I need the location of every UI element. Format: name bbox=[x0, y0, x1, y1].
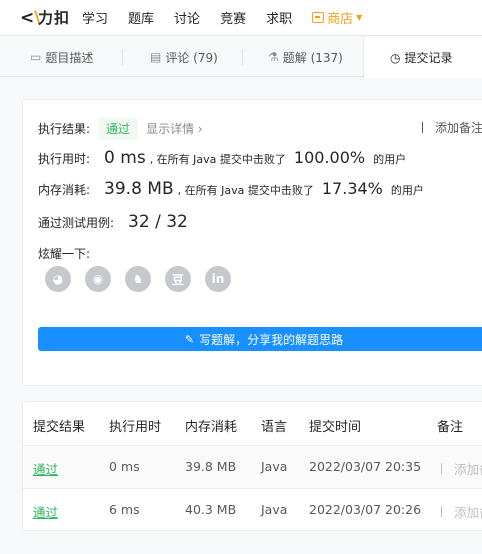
row-time: 2022/03/07 20:26 bbox=[309, 502, 422, 517]
flag-icon bbox=[421, 122, 430, 133]
col-header-time: 提交时间 bbox=[309, 420, 362, 435]
col-header-runtime: 执行用时 bbox=[109, 420, 162, 435]
comment-icon: ▤ bbox=[150, 50, 162, 64]
memory-label: 内存消耗: bbox=[38, 183, 91, 197]
shop-bag-icon bbox=[312, 12, 325, 23]
nav-learn[interactable]: 学习 bbox=[82, 8, 108, 27]
flag-icon bbox=[441, 463, 449, 474]
logo[interactable]: <\ 力扣 bbox=[20, 7, 70, 28]
tests-row: 通过测试用例: 32 / 32 bbox=[38, 212, 188, 232]
runtime-suffix: 的用户 bbox=[373, 153, 407, 166]
status-row: 执行结果: 通过 显示详情 › bbox=[38, 117, 203, 140]
runtime-text: , 在所有 Java 提交中击败了 bbox=[149, 153, 286, 166]
nav-shop[interactable]: 商店 ▼ bbox=[312, 8, 362, 27]
runtime-percent: 100.00% bbox=[293, 148, 366, 167]
runtime-row: 执行用时: 0 ms , 在所有 Java 提交中击败了 100.00% 的用户 bbox=[38, 148, 406, 168]
col-header-language: 语言 bbox=[261, 420, 288, 435]
row-time: 2022/03/07 20:35 bbox=[309, 459, 422, 474]
add-note-label: 添加备注 bbox=[434, 121, 482, 135]
wechat-icon[interactable]: ◕ bbox=[45, 266, 71, 292]
tests-label: 通过测试用例: bbox=[38, 216, 115, 230]
memory-row: 内存消耗: 39.8 MB , 在所有 Java 提交中击败了 17.34% 的… bbox=[38, 179, 424, 199]
show-detail-link[interactable]: 显示详情 › bbox=[146, 120, 203, 137]
row-status-link[interactable]: 通过 bbox=[33, 502, 58, 521]
tab-submissions[interactable]: ◷ 提交记录 bbox=[363, 37, 482, 78]
nav-problems[interactable]: 题库 bbox=[128, 8, 154, 27]
tab-description[interactable]: ▭ 题目描述 bbox=[30, 37, 93, 77]
share-buttons: ◕ ◉ ♞ 豆 in bbox=[45, 266, 245, 292]
memory-suffix: 的用户 bbox=[390, 184, 424, 197]
row-language: Java bbox=[261, 502, 288, 517]
row-memory: 40.3 MB bbox=[185, 502, 237, 517]
row-add-note-button[interactable]: 添加备注 bbox=[441, 502, 482, 521]
row-add-note-label: 添加备注 bbox=[454, 505, 482, 520]
col-header-memory: 内存消耗 bbox=[185, 420, 238, 435]
tab-solutions-label: 题解 (137) bbox=[282, 50, 343, 65]
status-label: 执行结果: bbox=[38, 122, 91, 136]
runtime-value: 0 ms bbox=[104, 148, 146, 168]
douban-icon[interactable]: 豆 bbox=[165, 266, 191, 292]
write-solution-label: 写题解，分享我的解题思路 bbox=[199, 332, 344, 347]
tab-divider bbox=[122, 49, 123, 65]
row-language: Java bbox=[261, 459, 288, 474]
linkedin-icon[interactable]: in bbox=[205, 266, 231, 292]
tab-comments[interactable]: ▤ 评论 (79) bbox=[150, 37, 218, 77]
row-add-note-label: 添加备注 bbox=[454, 462, 482, 477]
qq-icon[interactable]: ♞ bbox=[125, 266, 151, 292]
nav-discuss[interactable]: 讨论 bbox=[174, 8, 200, 27]
row-add-note-button[interactable]: 添加备注 bbox=[441, 459, 482, 478]
chevron-down-icon: ▼ bbox=[356, 13, 363, 22]
memory-value: 39.8 MB bbox=[104, 179, 174, 199]
memory-text: , 在所有 Java 提交中击败了 bbox=[177, 184, 314, 197]
flask-icon: ⚗ bbox=[268, 50, 279, 64]
row-status-link[interactable]: 通过 bbox=[33, 459, 58, 478]
share-label: 炫耀一下: bbox=[38, 247, 91, 261]
row-runtime: 6 ms bbox=[109, 502, 140, 517]
pencil-icon: ✎ bbox=[184, 332, 195, 346]
description-icon: ▭ bbox=[30, 50, 42, 64]
top-navbar: <\ 力扣 学习 题库 讨论 竞赛 求职 商店 ▼ bbox=[0, 0, 482, 36]
table-row[interactable]: 通过 0 ms 39.8 MB Java 2022/03/07 20:35 添加… bbox=[23, 445, 482, 488]
tab-comments-label: 评论 (79) bbox=[165, 50, 218, 65]
tab-description-label: 题目描述 bbox=[45, 50, 94, 65]
shop-label: 商店 bbox=[327, 12, 354, 27]
clock-icon: ◷ bbox=[390, 50, 401, 65]
col-header-note: 备注 bbox=[437, 420, 464, 435]
weibo-icon[interactable]: ◉ bbox=[85, 266, 111, 292]
table-row[interactable]: 通过 6 ms 40.3 MB Java 2022/03/07 20:26 添加… bbox=[23, 488, 482, 530]
memory-percent: 17.34% bbox=[321, 179, 383, 198]
add-note-button[interactable]: 添加备注 bbox=[421, 119, 482, 136]
row-runtime: 0 ms bbox=[109, 459, 140, 474]
nav-contest[interactable]: 竞赛 bbox=[220, 8, 246, 27]
leetcode-logo-icon: <\ bbox=[20, 7, 41, 28]
share-row: 炫耀一下: bbox=[38, 245, 90, 262]
row-memory: 39.8 MB bbox=[185, 459, 237, 474]
problem-tabs: ▭ 题目描述 ▤ 评论 (79) ⚗ 题解 (137) ◷ 提交记录 bbox=[0, 37, 482, 78]
tab-solutions[interactable]: ⚗ 题解 (137) bbox=[268, 37, 343, 77]
status-badge: 通过 bbox=[98, 117, 139, 140]
write-solution-button[interactable]: ✎ 写题解，分享我的解题思路 bbox=[38, 327, 482, 351]
runtime-label: 执行用时: bbox=[38, 152, 91, 166]
logo-text: 力扣 bbox=[38, 9, 71, 27]
nav-jobs[interactable]: 求职 bbox=[266, 8, 292, 27]
tab-divider bbox=[242, 49, 243, 65]
tests-value: 32 / 32 bbox=[128, 212, 188, 232]
flag-icon bbox=[441, 506, 449, 517]
col-header-status: 提交结果 bbox=[33, 420, 86, 435]
tab-submissions-label: 提交记录 bbox=[404, 51, 453, 65]
submissions-table: 提交结果 执行用时 内存消耗 语言 提交时间 备注 通过 0 ms 39.8 M… bbox=[22, 401, 482, 531]
